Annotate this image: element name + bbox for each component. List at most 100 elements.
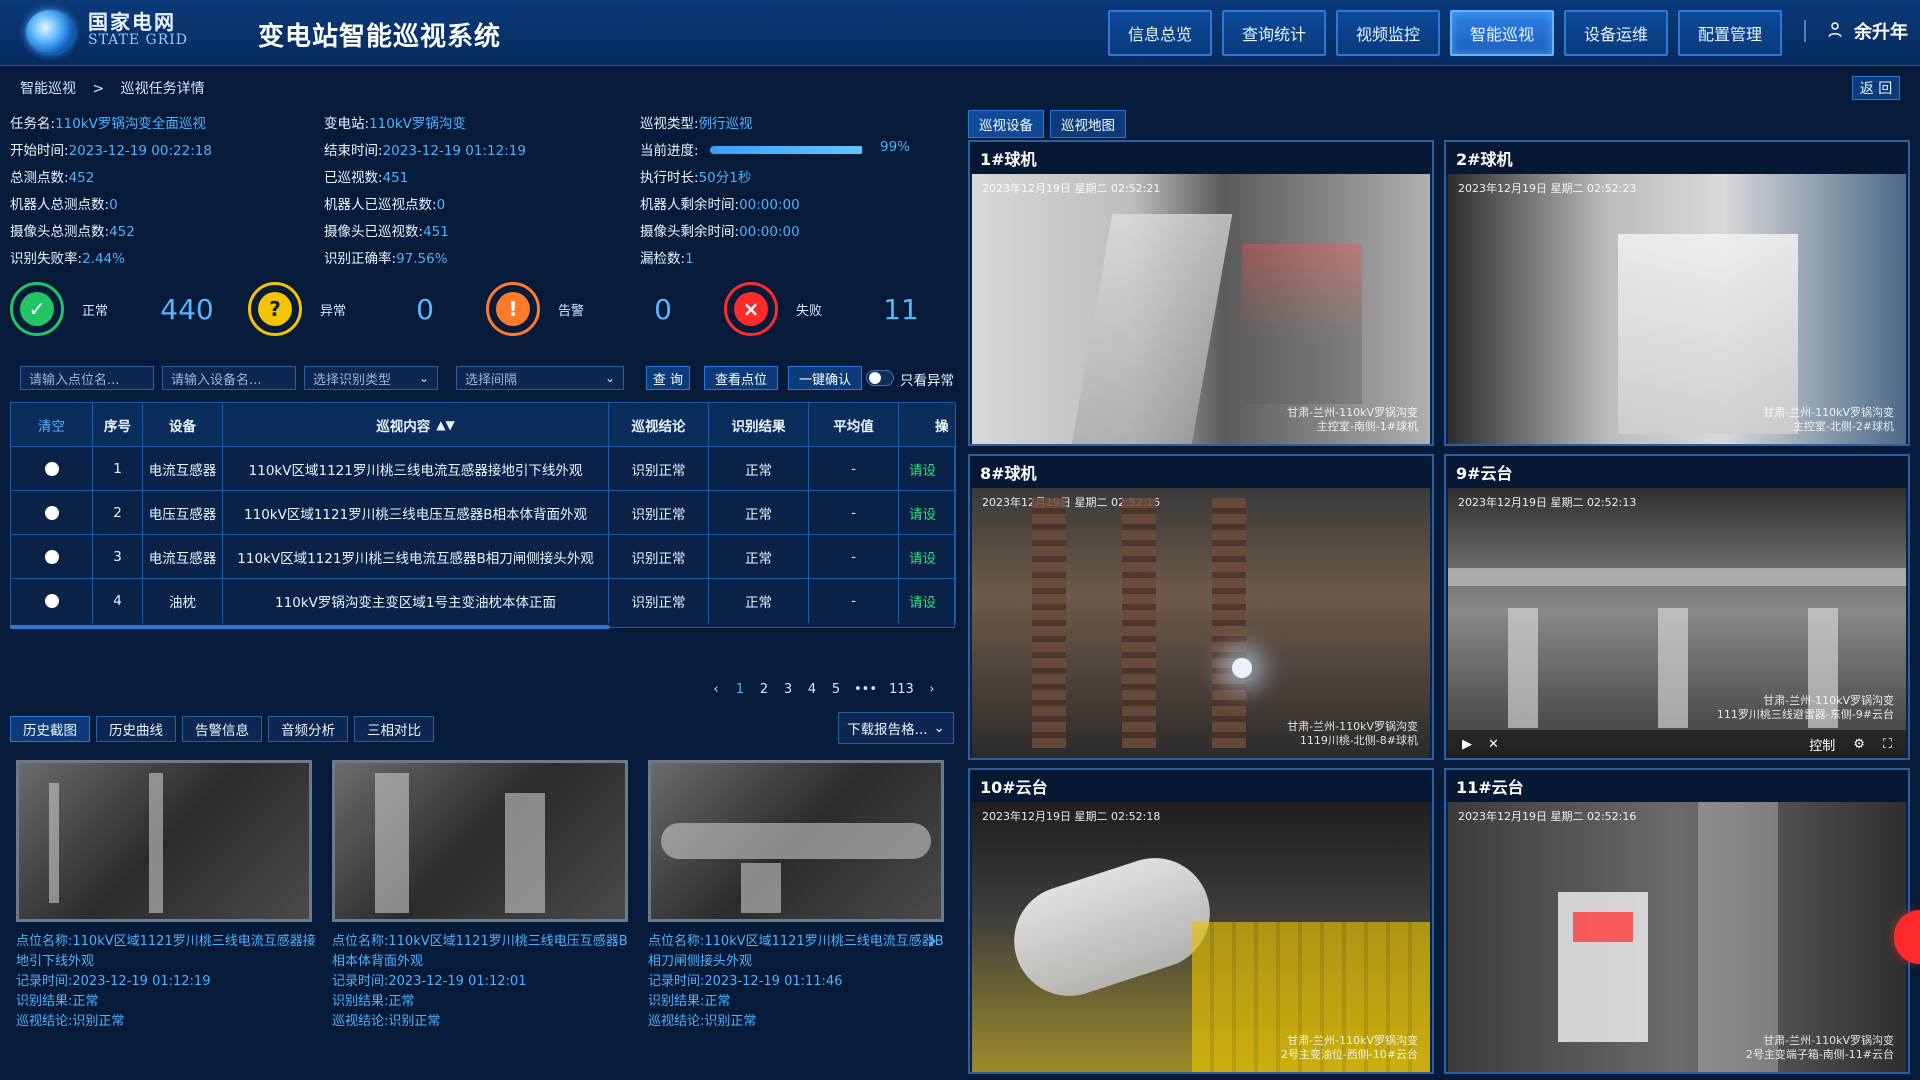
camera-tile[interactable]: 2#球机 2023年12月19日 星期二 02:52:23 甘肃-兰州-110k…	[1444, 140, 1910, 446]
page-last[interactable]: 113	[889, 682, 914, 697]
table-horizontal-scrollbar[interactable]	[10, 625, 610, 629]
back-button[interactable]: 返 回	[1852, 76, 1900, 100]
camera-view[interactable]: 2023年12月19日 星期二 02:52:15 甘肃-兰州-110kV罗锅沟变…	[972, 488, 1430, 758]
row-radio[interactable]	[11, 491, 93, 535]
row-content: 110kV区域1121罗川桃三线电流互感器接地引下线外观	[223, 447, 609, 491]
row-radio[interactable]	[11, 447, 93, 491]
control-label[interactable]: 控制	[1809, 735, 1835, 754]
camera-title: 1#球机	[970, 142, 1432, 174]
point-name-input[interactable]: 请输入点位名...	[20, 366, 154, 390]
query-button[interactable]: 查 询	[646, 366, 690, 390]
breadcrumb-current: 巡视任务详情	[120, 81, 205, 97]
nav-query-stats[interactable]: 查询统计	[1222, 10, 1326, 56]
radio-button[interactable]	[44, 506, 59, 520]
user-icon	[1826, 20, 1844, 42]
page-2[interactable]: 2	[758, 682, 770, 697]
radio-button[interactable]	[44, 550, 59, 564]
history-thumbnail[interactable]	[332, 760, 628, 922]
table-row[interactable]: 1 电流互感器 110kV区域1121罗川桃三线电流互感器接地引下线外观 识别正…	[11, 447, 956, 491]
camera-tile[interactable]: 11#云台 2023年12月19日 星期二 02:52:16 甘肃-兰州-110…	[1444, 768, 1910, 1074]
row-operation-link[interactable]: 请设	[899, 535, 956, 579]
device-name-input[interactable]: 请输入设备名...	[162, 366, 296, 390]
table-row[interactable]: 4 油枕 110kV罗锅沟变主变区域1号主变油枕本体正面 识别正常 正常 - 请…	[11, 579, 956, 623]
mute-icon[interactable]: ✕	[1488, 737, 1499, 752]
camera-patrolled-row: 摄像头已巡视数:451	[324, 224, 449, 240]
user-menu[interactable]: 余升年	[1804, 18, 1908, 44]
camera-watermark: 甘肃-兰州-110kV罗锅沟变 主控室-北侧-2#球机	[1763, 406, 1894, 433]
camera-timestamp: 2023年12月19日 星期二 02:52:23	[1458, 182, 1637, 195]
stat-normal-label: 正常	[82, 303, 109, 319]
row-index: 1	[93, 447, 143, 491]
row-index: 2	[93, 491, 143, 535]
fullscreen-icon[interactable]: ⛶	[1883, 737, 1892, 752]
page-3[interactable]: 3	[782, 682, 794, 697]
page-4[interactable]: 4	[806, 682, 818, 697]
toggle-knob	[869, 372, 881, 384]
camera-tile[interactable]: 9#云台 2023年12月19日 星期二 02:52:13 甘肃-兰州-110k…	[1444, 454, 1910, 760]
tab-patrol-devices[interactable]: 巡视设备	[968, 110, 1044, 138]
brand-en: STATE GRID	[88, 32, 188, 48]
table-row[interactable]: 3 电流互感器 110kV区域1121罗川桃三线电流互感器B相刀闸侧接头外观 识…	[11, 535, 956, 579]
table-row[interactable]: 2 电压互感器 110kV区域1121罗川桃三线电压互感器B相本体背面外观 识别…	[11, 491, 956, 535]
history-thumbnail[interactable]	[16, 760, 312, 922]
row-avg: -	[809, 447, 899, 491]
nav-smart-patrol[interactable]: 智能巡视	[1450, 10, 1554, 56]
settings-icon[interactable]: ⚙	[1853, 737, 1865, 752]
row-radio[interactable]	[11, 579, 93, 623]
bay-select[interactable]: 选择间隔 ⌄	[456, 366, 624, 390]
history-point-name: 点位名称:110kV区域1121罗川桃三线电流互感器B相刀闸侧接头外观	[648, 934, 944, 969]
play-icon[interactable]: ▶	[1462, 737, 1472, 752]
sort-icon[interactable]: ▲▼	[436, 418, 454, 432]
history-card[interactable]: 点位名称:110kV区域1121罗川桃三线电压互感器B相本体背面外观 记录时间:…	[332, 760, 632, 1040]
row-operation-link[interactable]: 请设	[899, 579, 956, 623]
page-1[interactable]: 1	[734, 682, 746, 697]
row-operation-link[interactable]: 请设	[899, 491, 956, 535]
stat-abnormal-label: 异常	[320, 303, 347, 319]
camera-grid: 1#球机 2023年12月19日 星期二 02:52:21 甘肃-兰州-110k…	[968, 140, 1910, 1074]
camera-tile[interactable]: 10#云台 2023年12月19日 星期二 02:52:18 甘肃-兰州-110…	[968, 768, 1434, 1074]
tab-alarm-info[interactable]: 告警信息	[182, 716, 262, 742]
col-content[interactable]: 巡视内容 ▲▼	[223, 403, 609, 447]
divider	[1804, 20, 1806, 42]
row-operation-link[interactable]: 请设	[899, 447, 956, 491]
only-abnormal-toggle[interactable]	[866, 370, 894, 386]
row-radio[interactable]	[11, 535, 93, 579]
history-card[interactable]: 点位名称:110kV区域1121罗川桃三线电流互感器B相刀闸侧接头外观 记录时间…	[648, 760, 948, 1040]
camera-view[interactable]: 2023年12月19日 星期二 02:52:18 甘肃-兰州-110kV罗锅沟变…	[972, 802, 1430, 1072]
nav-video-monitor[interactable]: 视频监控	[1336, 10, 1440, 56]
missed-count-row: 漏检数:1	[640, 251, 694, 267]
camera-tile[interactable]: 1#球机 2023年12月19日 星期二 02:52:21 甘肃-兰州-110k…	[968, 140, 1434, 446]
radio-button[interactable]	[44, 594, 59, 608]
next-page-button[interactable]: ›	[926, 682, 938, 697]
nav-config-management[interactable]: 配置管理	[1678, 10, 1782, 56]
camera-view[interactable]: 2023年12月19日 星期二 02:52:13 甘肃-兰州-110kV罗锅沟变…	[1448, 488, 1906, 758]
tab-patrol-map[interactable]: 巡视地图	[1050, 110, 1126, 138]
camera-view[interactable]: 2023年12月19日 星期二 02:52:23 甘肃-兰州-110kV罗锅沟变…	[1448, 174, 1906, 444]
breadcrumb-parent[interactable]: 智能巡视	[20, 81, 76, 97]
clear-selection[interactable]: 清空	[11, 403, 93, 447]
view-points-button[interactable]: 查看点位	[704, 366, 778, 390]
nav-device-maintenance[interactable]: 设备运维	[1564, 10, 1668, 56]
nav-info-overview[interactable]: 信息总览	[1108, 10, 1212, 56]
brand-cn: 国家电网	[88, 10, 176, 34]
recognition-type-select[interactable]: 选择识别类型 ⌄	[304, 366, 438, 390]
camera-view[interactable]: 2023年12月19日 星期二 02:52:21 甘肃-兰州-110kV罗锅沟变…	[972, 174, 1430, 444]
history-thumbnail[interactable]	[648, 760, 944, 922]
camera-tile[interactable]: 8#球机 2023年12月19日 星期二 02:52:15 甘肃-兰州-110k…	[968, 454, 1434, 760]
camera-insulator	[1032, 498, 1066, 748]
history-next-arrow[interactable]: ›	[922, 923, 942, 956]
tab-history-screenshots[interactable]: 历史截图	[10, 716, 90, 742]
tab-three-phase-compare[interactable]: 三相对比	[354, 716, 434, 742]
camera-watermark: 甘肃-兰州-110kV罗锅沟变 1119川桃-北侧-8#球机	[1287, 720, 1418, 747]
task-info-panel: 任务名:110kV罗锅沟变全面巡视 开始时间:2023-12-19 00:22:…	[10, 110, 960, 270]
history-card[interactable]: 点位名称:110kV区域1121罗川桃三线电流互感器接地引下线外观 记录时间:2…	[16, 760, 316, 1040]
download-report-select[interactable]: 下载报告格... ⌄	[838, 712, 954, 744]
prev-page-button[interactable]: ‹	[710, 682, 722, 697]
stat-normal-ring: ✓	[10, 282, 64, 336]
confirm-all-button[interactable]: 一键确认	[788, 366, 862, 390]
page-5[interactable]: 5	[830, 682, 842, 697]
tab-history-curve[interactable]: 历史曲线	[96, 716, 176, 742]
camera-view[interactable]: 2023年12月19日 星期二 02:52:16 甘肃-兰州-110kV罗锅沟变…	[1448, 802, 1906, 1072]
tab-audio-analysis[interactable]: 音频分析	[268, 716, 348, 742]
radio-button[interactable]	[44, 462, 59, 476]
